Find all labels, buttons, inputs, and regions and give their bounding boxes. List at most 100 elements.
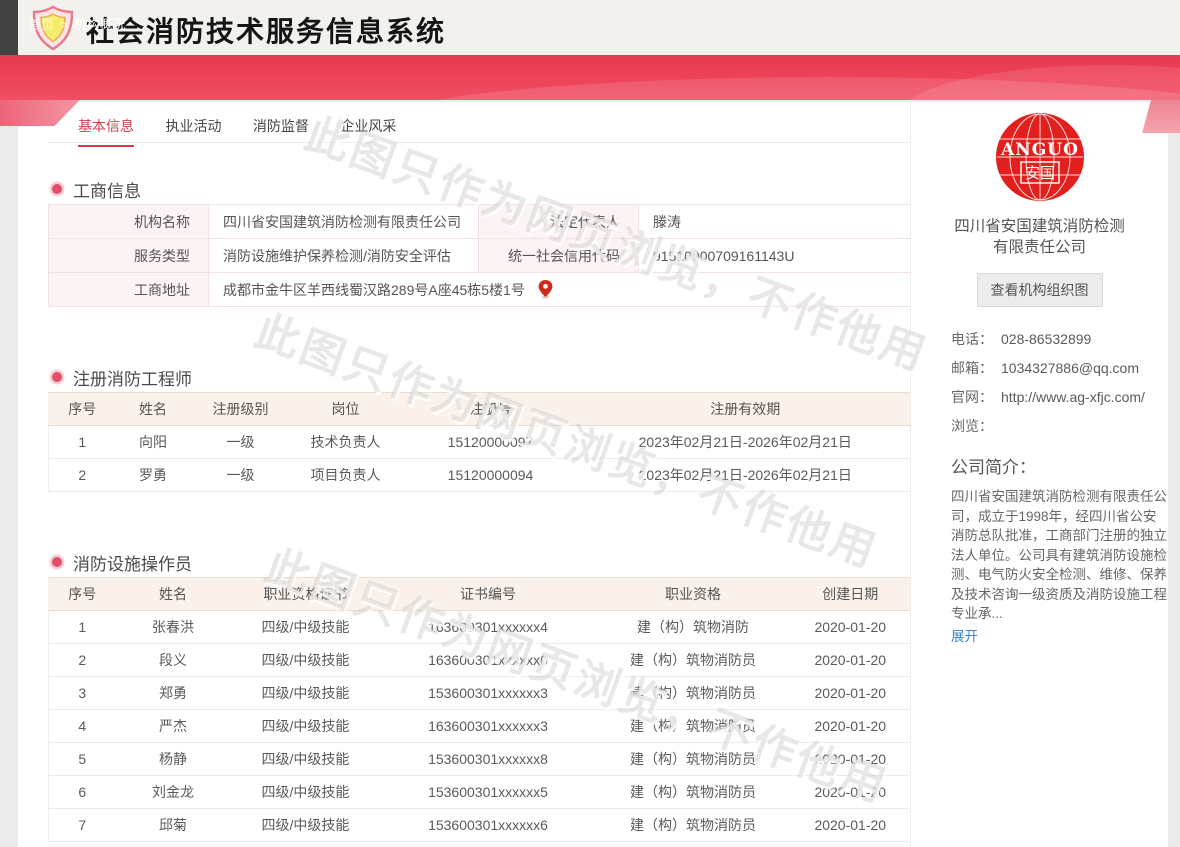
company-sidebar: ANGUO 安国 四川省安国建筑消防检测有限责任公司 查看机构组织图 电话： 0… xyxy=(910,102,1168,847)
table-cell: 段义 xyxy=(116,644,231,677)
table-cell: 项目负责人 xyxy=(291,459,401,492)
table-cell: 2020-01-20 xyxy=(791,710,911,743)
table-cell: 四级/中级技能 xyxy=(231,644,381,677)
column-header: 证书编号 xyxy=(381,578,596,611)
table-cell: 建（构）筑物消防员 xyxy=(596,644,791,677)
table-cell: 153600301xxxxxx3 xyxy=(381,677,596,710)
table-cell: 建（构）筑物消防员 xyxy=(596,809,791,842)
table-cell: 郑勇 xyxy=(116,677,231,710)
operators-table: 序号 姓名 职业资格证书 证书编号 职业资格 创建日期 1 张春洪 四级/中级技… xyxy=(48,577,911,842)
section-title: 工商信息 xyxy=(73,177,141,202)
email-row: 邮箱： 1034327886@qq.com xyxy=(951,354,1163,383)
service-type-label: 服务类型 xyxy=(49,239,209,273)
breadcrumb-current: 机构概况 xyxy=(74,17,126,32)
breadcrumb-home-link[interactable]: 首页 xyxy=(28,17,54,32)
views-value xyxy=(1001,412,1163,441)
table-cell: 邱菊 xyxy=(116,809,231,842)
column-header: 注册级别 xyxy=(191,393,291,426)
table-row: 2 罗勇 一级 项目负责人 15120000094 2023年02月21日-20… xyxy=(49,459,911,492)
table-cell: 四级/中级技能 xyxy=(231,677,381,710)
tab-divider xyxy=(48,142,910,143)
table-row: 7 邱菊 四级/中级技能 153600301xxxxxx6 建（构）筑物消防员 … xyxy=(49,809,911,842)
credit-code-label: 统一社会信用代码 xyxy=(479,239,639,273)
email-value: 1034327886@qq.com xyxy=(1001,354,1163,383)
address-value: 成都市金牛区羊西线蜀汉路289号A座45栋5楼1号 xyxy=(223,280,525,300)
table-cell: 四级/中级技能 xyxy=(231,743,381,776)
table-cell: 15120000094 xyxy=(401,459,581,492)
legal-rep-value: 滕涛 xyxy=(639,205,911,239)
org-name-value: 四川省安国建筑消防检测有限责任公司 xyxy=(209,205,479,239)
table-row: 6 刘金龙 四级/中级技能 153600301xxxxxx5 建（构）筑物消防员… xyxy=(49,776,911,809)
table-cell: 张春洪 xyxy=(116,611,231,644)
company-intro-text: 四川省安国建筑消防检测有限责任公司，成立于1998年，经四川省公安消防总队批准，… xyxy=(951,487,1167,624)
table-cell: 2020-01-20 xyxy=(791,644,911,677)
table-cell: 建（构）筑物消防员 xyxy=(596,710,791,743)
section-title: 消防设施操作员 xyxy=(73,550,192,575)
map-pin-icon[interactable] xyxy=(538,280,553,299)
views-label: 浏览： xyxy=(951,412,1001,441)
column-header: 序号 xyxy=(49,393,116,426)
table-row: 服务类型 消防设施维护保养检测/消防安全评估 统一社会信用代码 91510000… xyxy=(49,239,911,273)
anguo-logo: ANGUO 安国 xyxy=(996,113,1084,201)
table-cell: 2023年02月21日-2026年02月21日 xyxy=(581,426,911,459)
table-cell: 163600301xxxxxx0 xyxy=(381,644,596,677)
table-cell: 建（构）筑物消防员 xyxy=(596,743,791,776)
tab-company-showcase[interactable]: 企业风采 xyxy=(340,116,396,145)
website-link[interactable]: http://www.ag-xfjc.com/ xyxy=(1001,383,1163,412)
tab-practice-activity[interactable]: 执业活动 xyxy=(165,116,221,145)
contact-info: 电话： 028-86532899 邮箱： 1034327886@qq.com 官… xyxy=(951,325,1163,441)
table-cell: 7 xyxy=(49,809,116,842)
table-cell: 4 xyxy=(49,710,116,743)
table-row: 1 向阳 一级 技术负责人 15120000097 2023年02月21日-20… xyxy=(49,426,911,459)
table-cell: 2 xyxy=(49,644,116,677)
column-header: 岗位 xyxy=(291,393,401,426)
table-cell: 163600301xxxxxx4 xyxy=(381,611,596,644)
email-label: 邮箱： xyxy=(951,354,1001,383)
table-cell: 6 xyxy=(49,776,116,809)
view-org-chart-button[interactable]: 查看机构组织图 xyxy=(977,273,1103,307)
breadcrumb-banner xyxy=(0,55,1180,100)
phone-value: 028-86532899 xyxy=(1001,325,1163,354)
expand-link[interactable]: 展开 xyxy=(951,625,978,645)
table-cell: 建（构）筑物消防 xyxy=(596,611,791,644)
section-dot-icon xyxy=(52,372,62,382)
column-header: 姓名 xyxy=(116,578,231,611)
table-cell: 2020-01-20 xyxy=(791,776,911,809)
table-row: 工商地址 成都市金牛区羊西线蜀汉路289号A座45栋5楼1号 xyxy=(49,273,911,307)
table-row: 2 段义 四级/中级技能 163600301xxxxxx0 建（构）筑物消防员 … xyxy=(49,644,911,677)
table-header-row: 序号 姓名 职业资格证书 证书编号 职业资格 创建日期 xyxy=(49,578,911,611)
section-business-info: 工商信息 xyxy=(52,179,141,199)
table-cell: 153600301xxxxxx5 xyxy=(381,776,596,809)
tab-fire-supervision[interactable]: 消防监督 xyxy=(253,116,309,145)
table-cell: 刘金龙 xyxy=(116,776,231,809)
website-row: 官网： http://www.ag-xfjc.com/ xyxy=(951,383,1163,412)
breadcrumb: 首页 > 机构概况 xyxy=(28,14,126,33)
table-cell: 153600301xxxxxx8 xyxy=(381,743,596,776)
table-cell: 1 xyxy=(49,611,116,644)
table-cell: 5 xyxy=(49,743,116,776)
table-cell: 15120000097 xyxy=(401,426,581,459)
legal-rep-label: 法定代表人 xyxy=(479,205,639,239)
website-label: 官网： xyxy=(951,383,1001,412)
company-intro-title: 公司简介： xyxy=(951,453,1168,478)
service-type-value: 消防设施维护保养检测/消防安全评估 xyxy=(209,239,479,273)
table-cell: 建（构）筑物消防员 xyxy=(596,776,791,809)
table-cell: 四级/中级技能 xyxy=(231,776,381,809)
table-cell: 杨静 xyxy=(116,743,231,776)
table-row: 4 严杰 四级/中级技能 163600301xxxxxx3 建（构）筑物消防员 … xyxy=(49,710,911,743)
content-card: 基本信息 执业活动 消防监督 企业风采 工商信息 机构名称 四川省安国建筑消防检… xyxy=(18,102,1168,847)
table-cell: 四级/中级技能 xyxy=(231,710,381,743)
company-name: 四川省安国建筑消防检测有限责任公司 xyxy=(949,216,1131,258)
views-row: 浏览： xyxy=(951,412,1163,441)
column-header: 职业资格 xyxy=(596,578,791,611)
table-cell: 四级/中级技能 xyxy=(231,611,381,644)
section-title: 注册消防工程师 xyxy=(73,365,192,390)
table-cell: 一级 xyxy=(191,426,291,459)
table-row: 1 张春洪 四级/中级技能 163600301xxxxxx4 建（构）筑物消防 … xyxy=(49,611,911,644)
app-title: 社会消防技术服务信息系统 xyxy=(86,10,446,50)
breadcrumb-separator: > xyxy=(60,17,68,32)
logo-text-en: ANGUO xyxy=(1000,140,1079,160)
column-header: 职业资格证书 xyxy=(231,578,381,611)
section-dot-icon xyxy=(52,557,62,567)
table-cell: 3 xyxy=(49,677,116,710)
